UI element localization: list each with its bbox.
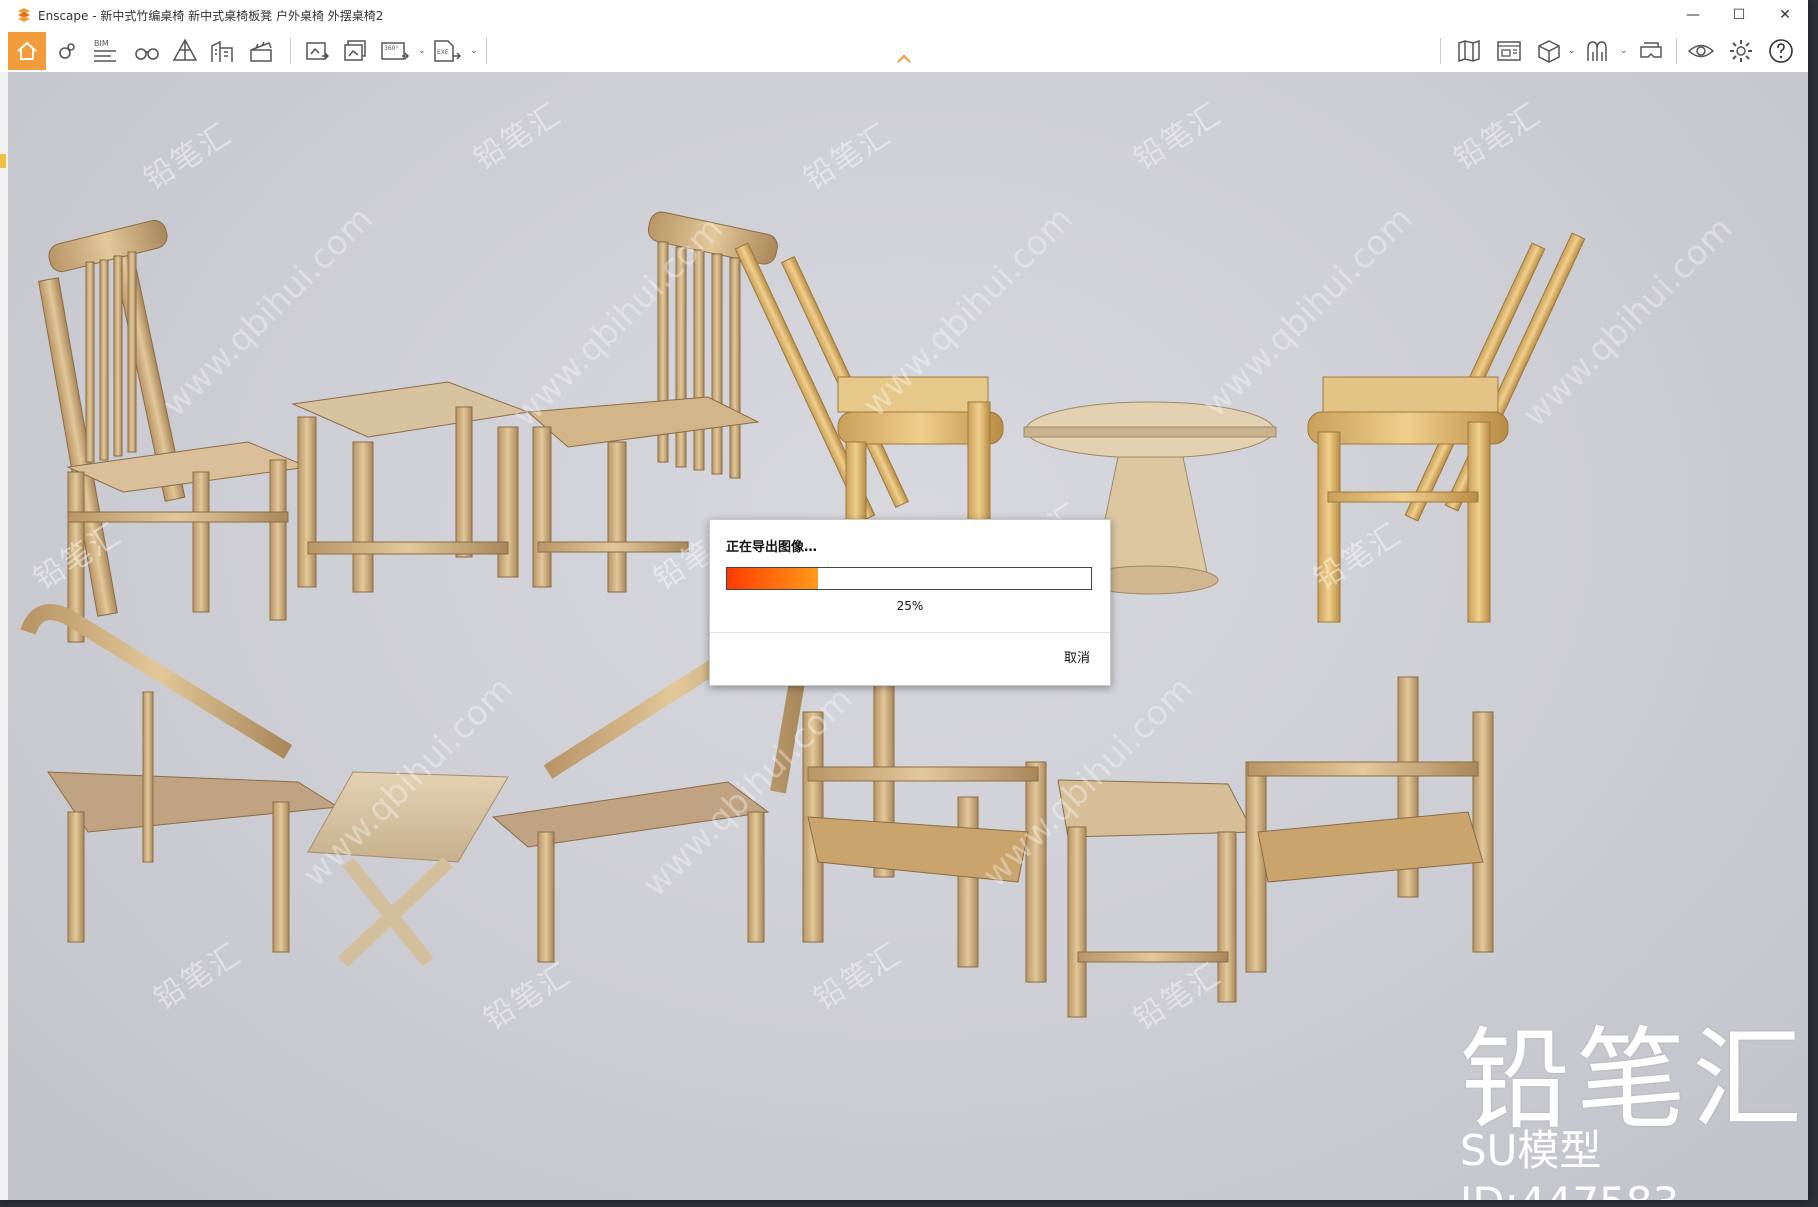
close-button[interactable]: ✕ (1762, 0, 1808, 30)
location-icon (59, 43, 75, 59)
cube-icon (1538, 40, 1560, 63)
progress-bar-fill (727, 568, 818, 589)
chair-1 (38, 219, 310, 643)
settings-icon (1730, 40, 1752, 62)
screenshot-icon (306, 42, 330, 60)
enscape-window: Enscape - 新中式竹编桌椅 新中式桌椅板凳 户外桌椅 外摆桌椅2 — ☐… (0, 0, 1808, 1200)
toolbar-separator (1440, 38, 1441, 64)
clapper-button[interactable] (244, 34, 278, 68)
svg-text:BIM: BIM (94, 39, 109, 48)
home-button[interactable] (8, 32, 46, 70)
window-title: Enscape - 新中式竹编桌椅 新中式桌椅板凳 户外桌椅 外摆桌椅2 (38, 8, 384, 23)
export-progress-dialog: 正在导出图像… 25% 取消 (709, 519, 1111, 686)
wooden-side-table (307, 771, 509, 968)
clapper-icon (250, 41, 272, 62)
bim-button[interactable]: BIM (88, 34, 122, 68)
perspective-icon (172, 38, 198, 61)
asset-library-button[interactable] (1580, 34, 1614, 68)
binoculars-button[interactable] (130, 34, 164, 68)
vr-headset-icon (1640, 42, 1662, 58)
armchair-1 (802, 676, 1047, 983)
toolbar-separator (290, 38, 291, 64)
progress-percent: 25% (896, 599, 924, 613)
window-view-button[interactable] (1492, 34, 1526, 68)
home-icon (17, 41, 37, 60)
title-bar: Enscape - 新中式竹编桌椅 新中式桌椅板凳 户外桌椅 外摆桌椅2 — ☐… (0, 0, 1808, 30)
panorama-dropdown-arrow-icon[interactable]: ⌄ (418, 46, 426, 56)
dialog-divider (710, 632, 1110, 633)
collapse-toolbar-chevron-icon[interactable] (896, 52, 912, 64)
screenshot-button[interactable] (300, 34, 334, 68)
vr-headset-button[interactable] (1634, 34, 1668, 68)
panorama-button[interactable]: 360° (378, 34, 412, 68)
cancel-button[interactable]: 取消 (1064, 647, 1090, 666)
stool-1 (291, 381, 530, 593)
left-gutter (0, 72, 8, 1200)
maximize-button[interactable]: ☐ (1716, 0, 1762, 30)
buildings-button[interactable] (206, 34, 240, 68)
map-button[interactable] (1452, 34, 1486, 68)
stool-2 (1057, 779, 1254, 1018)
binoculars-icon (135, 48, 159, 60)
gutter-tab (0, 154, 6, 168)
armchair-2 (1245, 676, 1494, 973)
visual-settings-icon (1687, 44, 1715, 58)
perspective-button[interactable] (168, 34, 202, 68)
watermark-model-id: SU模型ID:447583 (1460, 1126, 1679, 1200)
asset-dropdown-arrow-icon[interactable]: ⌄ (1620, 46, 1628, 56)
lounge-chair-1 (20, 604, 340, 953)
enscape-logo-icon (18, 8, 30, 22)
map-icon (1458, 39, 1480, 63)
asset-library-icon (1587, 41, 1607, 61)
svg-text:EXE: EXE (437, 49, 449, 56)
cube-button[interactable] (1532, 34, 1566, 68)
minimize-button[interactable]: — (1670, 0, 1716, 30)
visual-settings-button[interactable] (1684, 34, 1718, 68)
location-button[interactable] (50, 34, 84, 68)
cube-dropdown-arrow-icon[interactable]: ⌄ (1568, 46, 1576, 56)
export-dropdown-arrow-icon[interactable]: ⌄ (470, 46, 478, 56)
toolbar-separator (1676, 38, 1677, 64)
window-view-icon (1497, 41, 1521, 61)
dialog-title: 正在导出图像… (726, 540, 818, 555)
chair-4 (1307, 232, 1586, 623)
batch-render-button[interactable] (338, 34, 372, 68)
toolbar-separator (486, 38, 487, 64)
batch-render-icon (344, 40, 366, 61)
export-exe-button[interactable]: EXE (430, 34, 464, 68)
progress-bar (726, 567, 1092, 590)
help-button[interactable] (1764, 34, 1798, 68)
bim-icon: BIM (94, 39, 116, 62)
settings-button[interactable] (1724, 34, 1758, 68)
export-exe-icon: EXE (434, 40, 462, 62)
svg-text:360°: 360° (384, 45, 398, 52)
help-icon (1769, 39, 1793, 63)
panorama-icon: 360° (381, 42, 410, 60)
buildings-icon (211, 40, 233, 62)
